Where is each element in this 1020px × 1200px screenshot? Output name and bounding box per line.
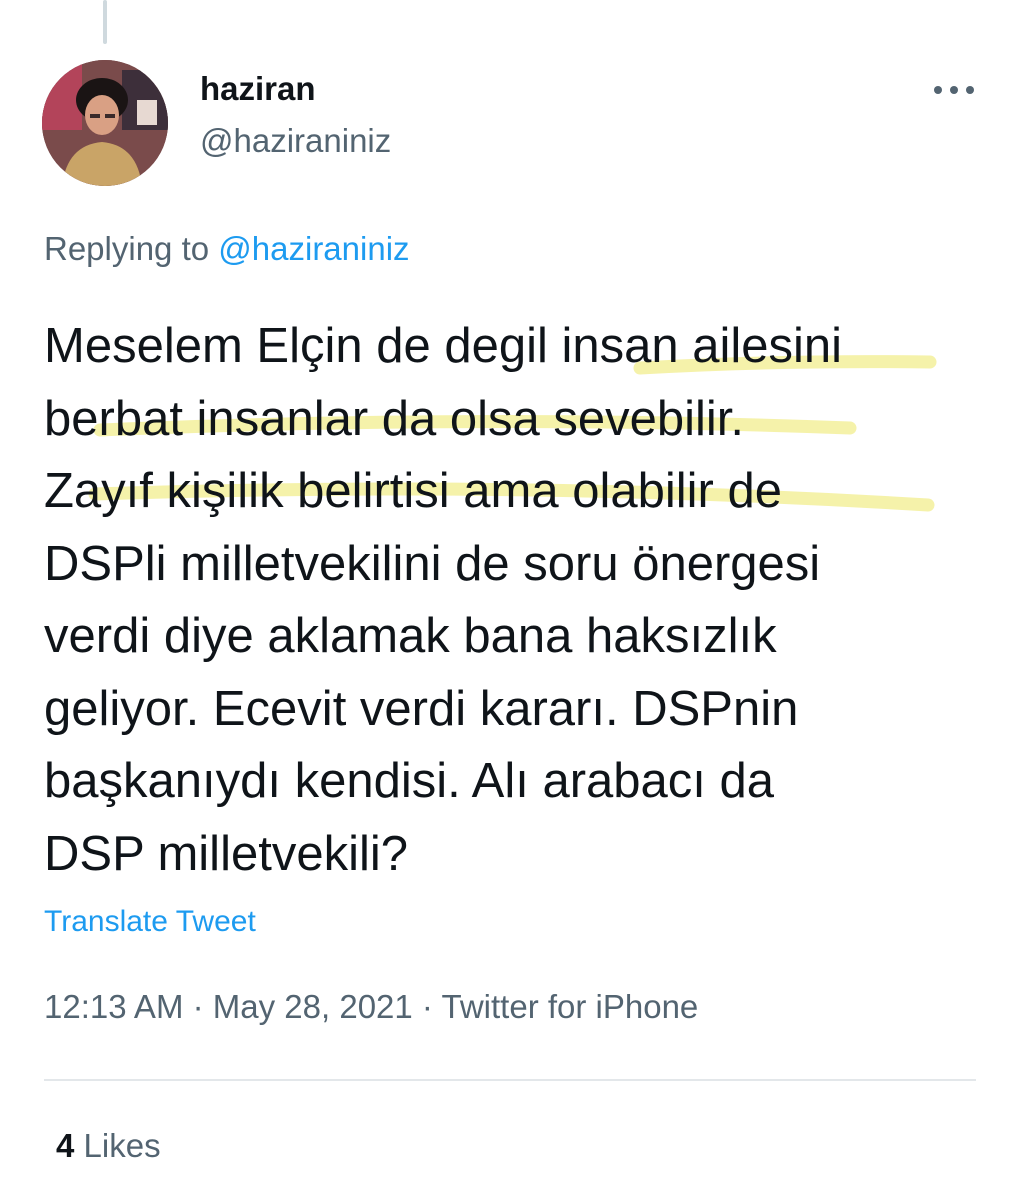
more-options-icon[interactable]: [934, 80, 974, 100]
tweet-source[interactable]: Twitter for iPhone: [442, 988, 699, 1025]
divider: [44, 1079, 976, 1081]
tweet-line: Zayıf kişilik belirtisi ama olabilir de: [44, 464, 782, 518]
replying-to-label: Replying to: [44, 230, 210, 267]
tweet-date[interactable]: May 28, 2021: [213, 988, 413, 1025]
tweet-line: verdi diye aklamak bana haksızlık: [44, 609, 777, 663]
author-handle[interactable]: @haziraniniz: [200, 122, 391, 160]
tweet-line: berbat insanlar da olsa sevebilir.: [44, 391, 745, 446]
likes-stat[interactable]: 4 Likes: [56, 1127, 161, 1165]
likes-count: 4: [56, 1127, 75, 1164]
tweet-line: başkanıydı kendisi. Alı arabacı da: [44, 754, 774, 808]
tweet-line: DSP milletvekili?: [44, 826, 408, 881]
likes-label: Likes: [83, 1127, 161, 1164]
tweet-text: Meselem Elçin de degil insan ailesini be…: [44, 310, 994, 890]
avatar-photo: [42, 60, 168, 186]
tweet-line: Meselem Elçin de degil insan ailesini: [44, 319, 843, 373]
meta-separator: ·: [421, 988, 433, 1025]
tweet-time[interactable]: 12:13 AM: [44, 988, 183, 1025]
thread-connector-line: [103, 0, 107, 44]
avatar[interactable]: [42, 60, 168, 186]
replying-to-mention[interactable]: @haziraniniz: [218, 230, 409, 267]
tweet-line: geliyor. Ecevit verdi kararı. DSPnin: [44, 681, 799, 736]
translate-tweet-link[interactable]: Translate Tweet: [44, 905, 256, 939]
author-name[interactable]: haziran: [200, 70, 316, 108]
tweet-metadata: 12:13 AM · May 28, 2021 · Twitter for iP…: [44, 988, 698, 1026]
meta-separator: ·: [192, 988, 204, 1025]
replying-to: Replying to @haziraniniz: [44, 230, 410, 268]
tweet-line: DSPli milletvekilini de soru önergesi: [44, 536, 821, 591]
